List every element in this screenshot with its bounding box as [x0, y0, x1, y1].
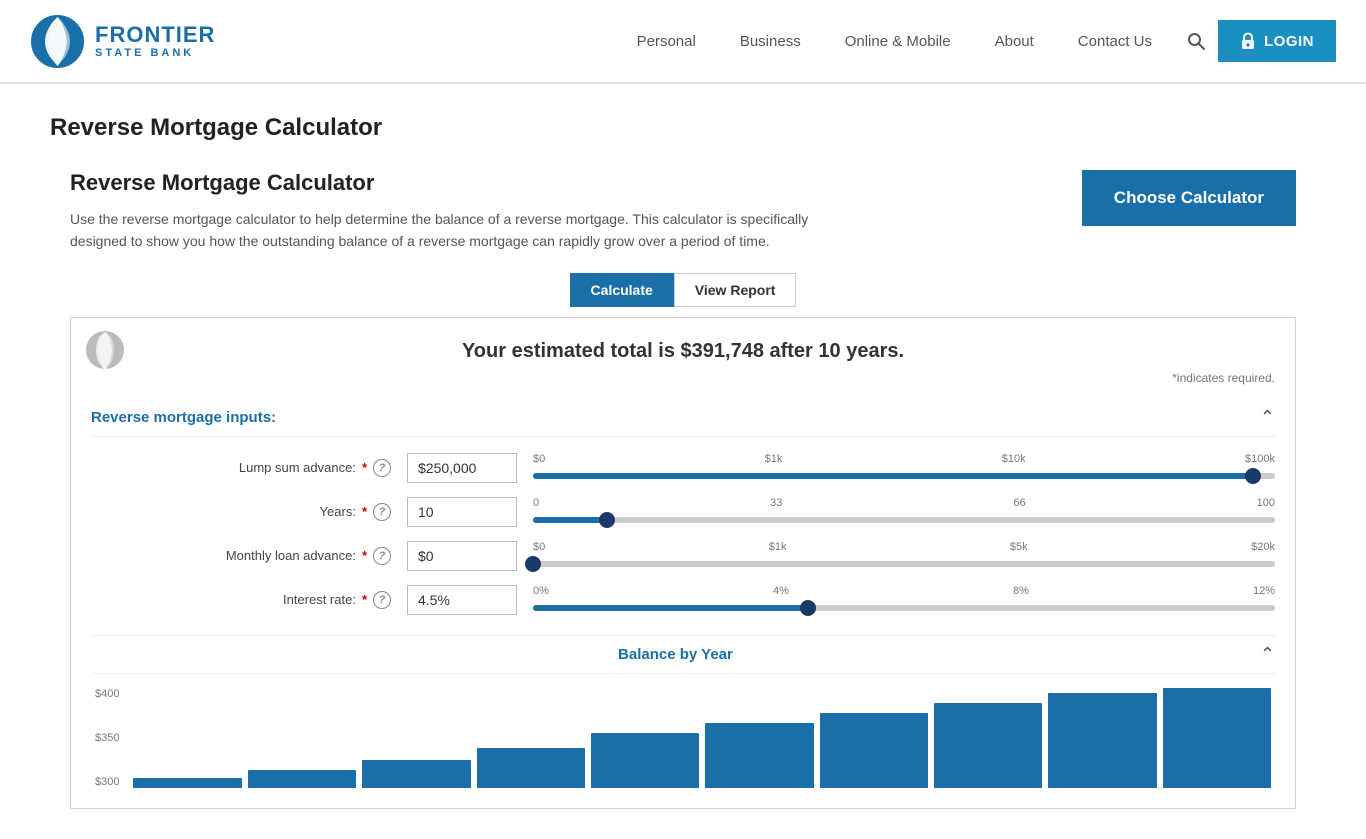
years-slider-container: 0 33 66 100	[533, 497, 1275, 527]
bar-2	[248, 770, 356, 788]
bar-10	[1163, 688, 1271, 788]
balance-section-header: Balance by Year ⌃	[91, 635, 1275, 674]
lump-sum-help-icon[interactable]: ?	[373, 459, 391, 477]
interest-rate-help-icon[interactable]: ?	[373, 591, 391, 609]
lump-sum-slider-labels: $0 $1k $10k $100k	[533, 453, 1275, 465]
years-label: Years: * ?	[91, 503, 391, 521]
logo-text: FRONTIER STATE BANK	[95, 23, 215, 59]
interest-rate-slider-container: 0% 4% 8% 12%	[533, 585, 1275, 615]
years-slider-fill	[533, 517, 607, 523]
chart-container: $400 $350 $300	[91, 688, 1275, 788]
calc-title-block: Reverse Mortgage Calculator Use the reve…	[70, 170, 1052, 253]
calc-widget: Your estimated total is $391,748 after 1…	[70, 317, 1296, 809]
widget-logo-icon	[85, 330, 125, 370]
nav-contact-us[interactable]: Contact Us	[1056, 0, 1174, 83]
login-label: LOGIN	[1264, 33, 1314, 50]
choose-calculator-button[interactable]: Choose Calculator	[1082, 170, 1296, 226]
years-slider-track	[533, 517, 1275, 523]
page-content: Reverse Mortgage Calculator Reverse Mort…	[0, 84, 1366, 839]
bar-1	[133, 778, 241, 788]
calc-title: Reverse Mortgage Calculator	[70, 170, 1052, 196]
logo-statebank: STATE BANK	[95, 47, 215, 59]
calc-description: Use the reverse mortgage calculator to h…	[70, 208, 850, 253]
chart-y-labels: $400 $350 $300	[95, 688, 119, 788]
lump-sum-input[interactable]	[407, 453, 517, 483]
monthly-loan-input-row: $0 $1k $5k $20k	[407, 541, 1275, 571]
years-help-icon[interactable]: ?	[373, 503, 391, 521]
nav-about[interactable]: About	[973, 0, 1056, 83]
logo-icon	[30, 14, 85, 69]
monthly-loan-slider-thumb[interactable]	[525, 556, 541, 572]
bar-9	[1048, 693, 1156, 788]
calc-tabs: Calculate View Report	[50, 273, 1316, 307]
bar-5	[591, 733, 699, 788]
login-button[interactable]: LOGIN	[1218, 20, 1336, 62]
main-nav: Personal Business Online & Mobile About …	[615, 0, 1336, 83]
lump-sum-label: Lump sum advance: * ?	[91, 459, 391, 477]
search-icon	[1186, 31, 1206, 51]
search-button[interactable]	[1174, 0, 1218, 83]
tab-calculate[interactable]: Calculate	[570, 273, 674, 307]
site-header: FRONTIER STATE BANK Personal Business On…	[0, 0, 1366, 84]
monthly-loan-slider-track	[533, 561, 1275, 567]
calc-header: Reverse Mortgage Calculator Use the reve…	[50, 170, 1316, 253]
estimated-total: Your estimated total is $391,748 after 1…	[91, 340, 1275, 363]
lump-sum-slider-track	[533, 473, 1275, 479]
monthly-loan-input[interactable]	[407, 541, 517, 571]
monthly-loan-help-icon[interactable]: ?	[373, 547, 391, 565]
monthly-loan-slider-labels: $0 $1k $5k $20k	[533, 541, 1275, 553]
bar-3	[362, 760, 470, 788]
interest-rate-label: Interest rate: * ?	[91, 591, 391, 609]
bar-7	[820, 713, 928, 788]
chart-bars	[133, 688, 1271, 788]
inputs-collapse-chevron[interactable]: ⌃	[1260, 407, 1275, 428]
years-slider-labels: 0 33 66 100	[533, 497, 1275, 509]
inputs-grid: Lump sum advance: * ? $0 $1k $10k $100k	[91, 453, 1275, 615]
interest-rate-slider-labels: 0% 4% 8% 12%	[533, 585, 1275, 597]
lump-sum-slider-container: $0 $1k $10k $100k	[533, 453, 1275, 483]
inputs-section-title: Reverse mortgage inputs:	[91, 409, 276, 426]
lump-sum-slider-thumb[interactable]	[1245, 468, 1261, 484]
years-slider-thumb[interactable]	[599, 512, 615, 528]
lump-sum-slider-fill	[533, 473, 1253, 479]
years-input-row: 0 33 66 100	[407, 497, 1275, 527]
calc-card: Reverse Mortgage Calculator Use the reve…	[50, 170, 1316, 809]
interest-rate-slider-track	[533, 605, 1275, 611]
years-input[interactable]	[407, 497, 517, 527]
lump-sum-input-row: $0 $1k $10k $100k	[407, 453, 1275, 483]
monthly-loan-slider-container: $0 $1k $5k $20k	[533, 541, 1275, 571]
balance-section-title: Balance by Year	[91, 646, 1260, 663]
inputs-section-header: Reverse mortgage inputs: ⌃	[91, 399, 1275, 437]
nav-online-mobile[interactable]: Online & Mobile	[823, 0, 973, 83]
nav-personal[interactable]: Personal	[615, 0, 718, 83]
nav-business[interactable]: Business	[718, 0, 823, 83]
tab-view-report[interactable]: View Report	[674, 273, 797, 307]
monthly-loan-label: Monthly loan advance: * ?	[91, 547, 391, 565]
page-title: Reverse Mortgage Calculator	[50, 114, 1316, 142]
interest-rate-slider-thumb[interactable]	[800, 600, 816, 616]
bar-8	[934, 703, 1042, 788]
logo-frontier: FRONTIER	[95, 23, 215, 47]
required-note: *indicates required.	[91, 371, 1275, 385]
bar-6	[705, 723, 813, 788]
balance-collapse-chevron[interactable]: ⌃	[1260, 644, 1275, 665]
interest-rate-input-row: 0% 4% 8% 12%	[407, 585, 1275, 615]
interest-rate-input[interactable]	[407, 585, 517, 615]
lock-icon	[1240, 32, 1256, 50]
interest-rate-slider-fill	[533, 605, 808, 611]
logo[interactable]: FRONTIER STATE BANK	[30, 14, 215, 69]
